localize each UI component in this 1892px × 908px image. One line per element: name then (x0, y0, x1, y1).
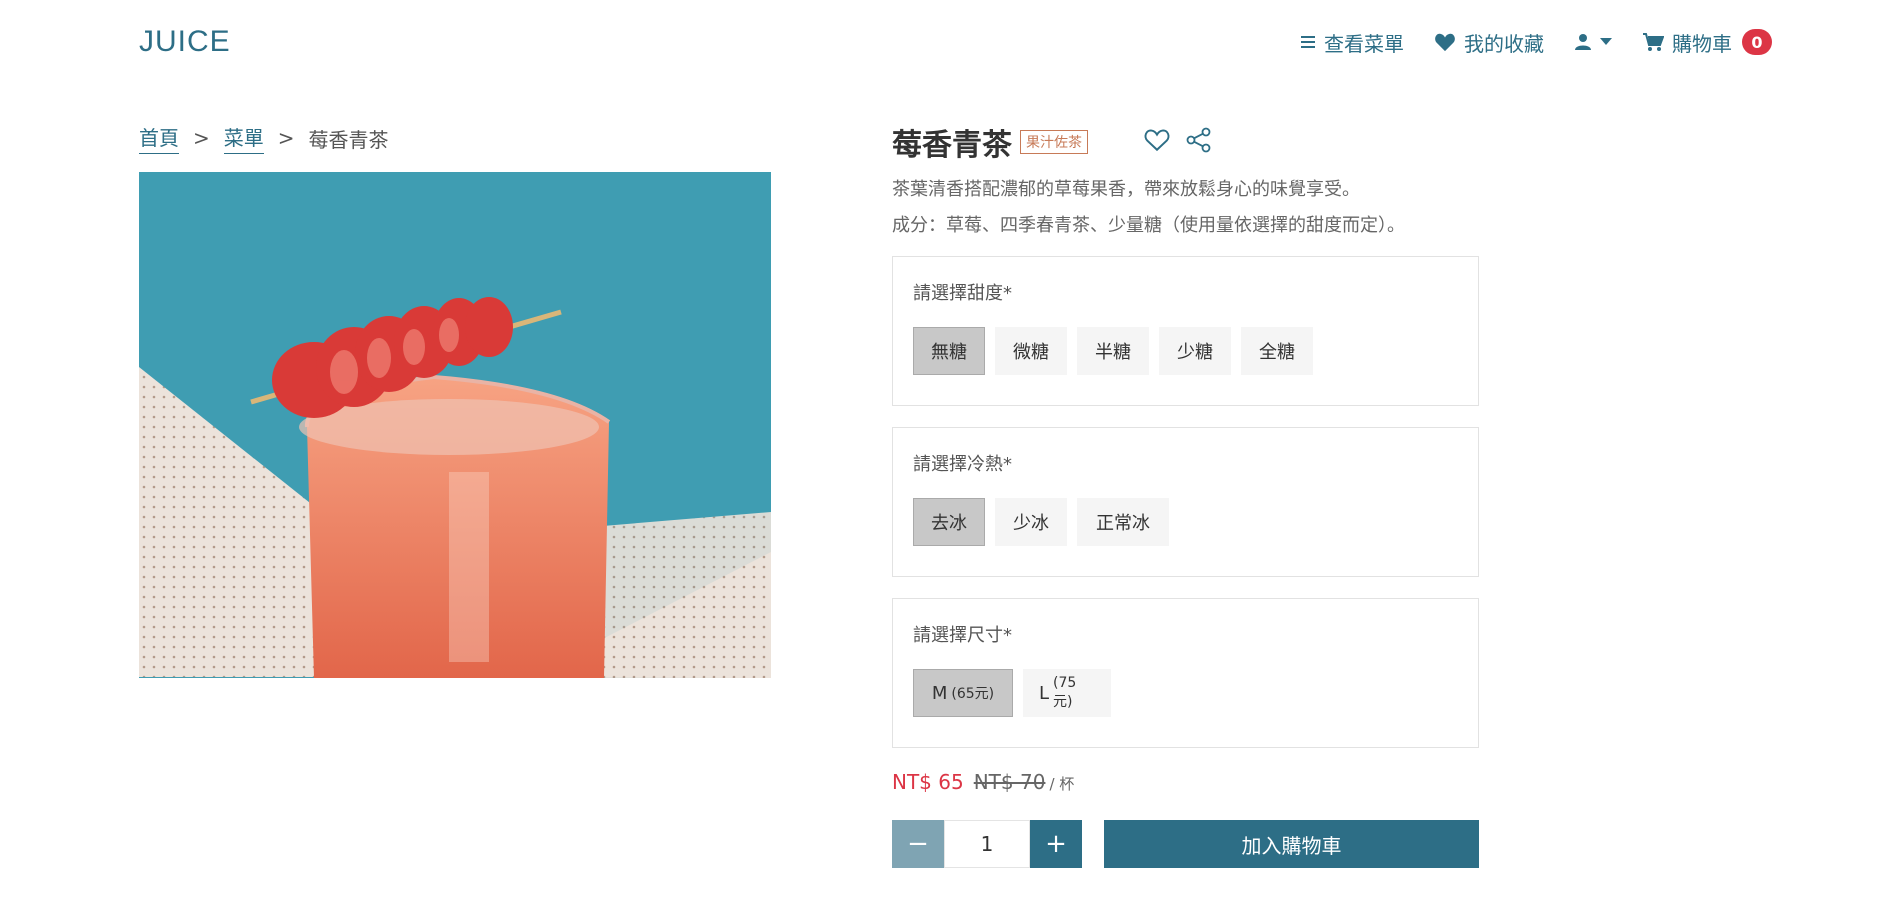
sweetness-option-less[interactable]: 少糖 (1159, 327, 1231, 375)
breadcrumb: 首頁 > 菜單 > 莓香青茶 (139, 122, 389, 154)
add-to-cart-button[interactable]: 加入購物車 (1104, 820, 1479, 868)
temperature-selector: 請選擇冷熱* 去冰 少冰 正常冰 (892, 427, 1479, 577)
size-selector: 請選擇尺寸* M (65元) L (75元) (892, 598, 1479, 748)
temperature-label: 請選擇冷熱* (913, 454, 1012, 475)
price-unit: / 杯 (1049, 775, 1075, 793)
product-description-text: 茶葉清香搭配濃郁的草莓果香，帶來放鬆身心的味覺享受。 (892, 179, 1360, 200)
breadcrumb-current: 莓香青茶 (308, 127, 389, 152)
heart-outline-icon[interactable] (1144, 128, 1170, 156)
nav-links: 查看菜單 我的收藏 購物車 0 (1300, 28, 1772, 57)
cart-count-badge: 0 (1742, 29, 1772, 55)
breadcrumb-separator: > (277, 126, 295, 150)
nav-favorites-link[interactable]: 我的收藏 (1434, 28, 1544, 57)
product-category-tag: 果汁佐茶 (1020, 130, 1088, 154)
temperature-option-less-ice[interactable]: 少冰 (995, 498, 1067, 546)
sweetness-option-slight[interactable]: 微糖 (995, 327, 1067, 375)
nav-cart-link[interactable]: 購物車 0 (1642, 28, 1772, 57)
temperature-option-no-ice[interactable]: 去冰 (913, 498, 985, 546)
brand-logo[interactable]: JUICE (139, 25, 231, 59)
size-option-m[interactable]: M (65元) (913, 669, 1013, 717)
cart-icon (1642, 32, 1664, 52)
current-price: NT$ 65 (892, 770, 964, 794)
product-title-row: 莓香青茶 果汁佐茶 (892, 120, 1212, 164)
sweetness-options: 無糖 微糖 半糖 少糖 全糖 (913, 327, 1313, 375)
nav-menu-label: 查看菜單 (1324, 31, 1404, 56)
breadcrumb-home[interactable]: 首頁 (139, 122, 179, 154)
size-option-name: L (1039, 682, 1050, 704)
navbar: JUICE 查看菜單 我的收藏 購物車 0 (139, 22, 1772, 62)
product-actions (1144, 127, 1212, 157)
temperature-option-normal-ice[interactable]: 正常冰 (1077, 498, 1169, 546)
quantity-stepper: − + (892, 820, 1082, 868)
sweetness-option-none[interactable]: 無糖 (913, 327, 985, 375)
price-row: NT$ 65 NT$ 70 / 杯 (892, 770, 1074, 794)
quantity-increase-button[interactable]: + (1030, 820, 1082, 868)
nav-cart-label: 購物車 (1672, 31, 1732, 56)
size-option-l[interactable]: L (75元) (1023, 669, 1111, 717)
list-icon (1300, 35, 1316, 49)
temperature-options: 去冰 少冰 正常冰 (913, 498, 1169, 546)
size-options: M (65元) L (75元) (913, 669, 1111, 717)
sweetness-option-half[interactable]: 半糖 (1077, 327, 1149, 375)
sweetness-label: 請選擇甜度* (913, 283, 1012, 304)
sweetness-option-full[interactable]: 全糖 (1241, 327, 1313, 375)
size-label: 請選擇尺寸* (913, 625, 1012, 646)
sweetness-selector: 請選擇甜度* 無糖 微糖 半糖 少糖 全糖 (892, 256, 1479, 406)
share-icon[interactable] (1186, 127, 1212, 157)
product-ingredients: 成分：草莓、四季春青茶、少量糖（使用量依選擇的甜度而定）。 (892, 215, 1405, 236)
size-option-price: (65元) (951, 686, 995, 702)
original-price: NT$ 70 (973, 770, 1046, 794)
caret-down-icon (1600, 38, 1612, 46)
breadcrumb-menu[interactable]: 菜單 (223, 122, 264, 154)
user-menu-toggle[interactable] (1574, 33, 1612, 51)
strawberry-juice-photo (139, 172, 771, 678)
user-icon (1574, 33, 1592, 51)
product-image (139, 172, 771, 678)
quantity-input[interactable] (944, 820, 1030, 868)
product-title: 莓香青茶 (892, 128, 1012, 163)
product-description: 茶葉清香搭配濃郁的草莓果香，帶來放鬆身心的味覺享受。 成分：草莓、四季春青茶、少… (892, 172, 1405, 244)
size-option-name: M (931, 682, 948, 704)
nav-favorites-label: 我的收藏 (1464, 31, 1544, 56)
size-option-price: (75元) (1053, 675, 1077, 710)
breadcrumb-separator: > (193, 126, 210, 150)
nav-menu-link[interactable]: 查看菜單 (1300, 28, 1404, 57)
heart-icon (1434, 32, 1456, 52)
quantity-decrease-button[interactable]: − (892, 820, 944, 868)
